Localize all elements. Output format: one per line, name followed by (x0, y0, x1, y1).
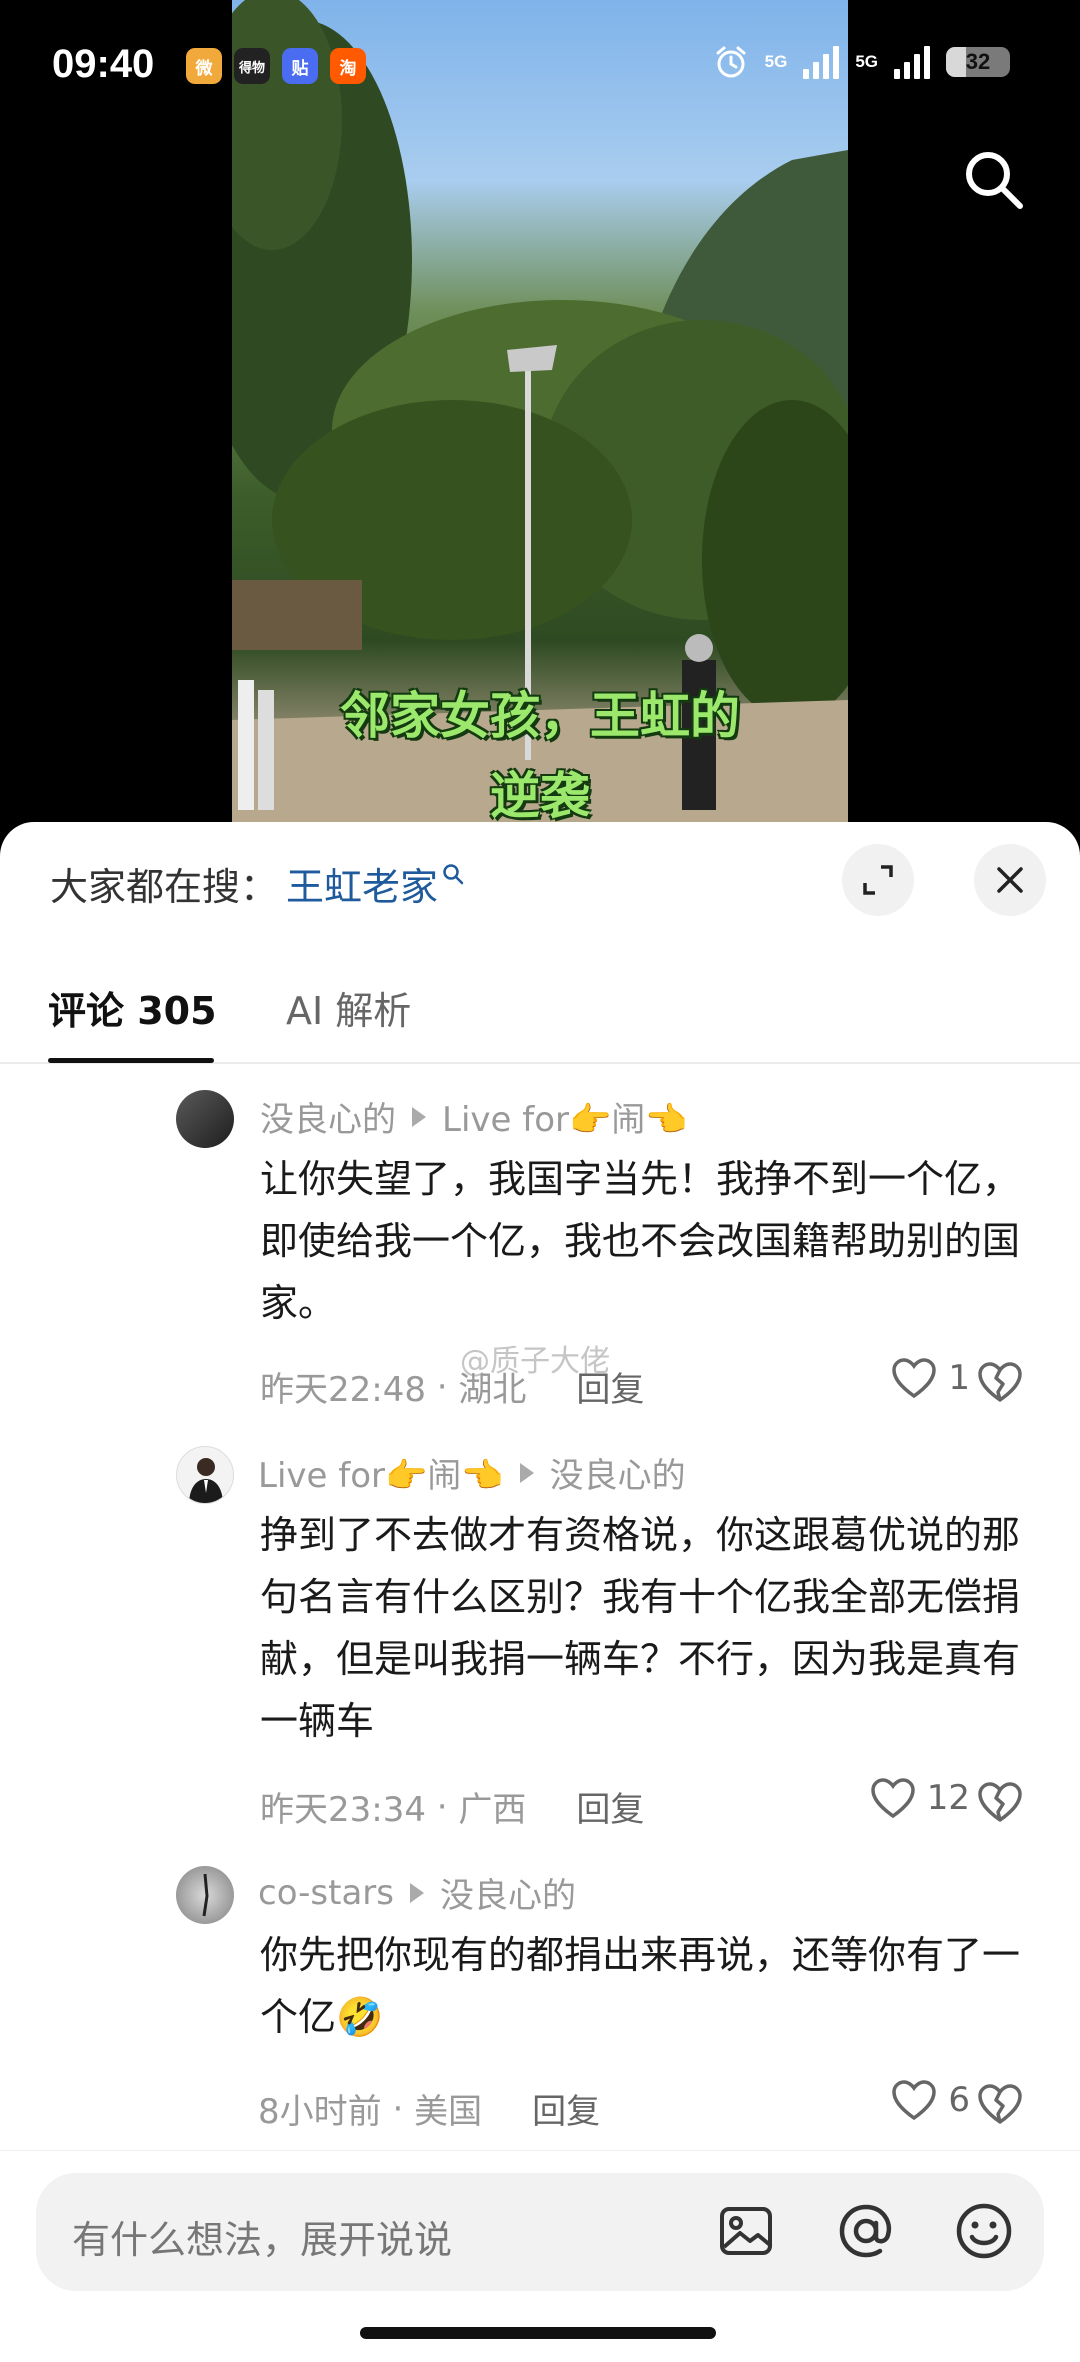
comment-author[interactable]: 没良心的 (260, 1092, 396, 1141)
tab-ai-analysis[interactable]: AI 解析 (286, 980, 411, 1035)
close-icon (997, 867, 1023, 893)
like-button[interactable]: 6 (890, 2078, 970, 2122)
heart-icon (870, 1778, 915, 1819)
comment-sheet: 大家都在搜： 王虹老家 评论 305 AI 解析 没良心的 Live for👉闹… (0, 822, 1080, 2362)
hot-search-label: 大家都在搜： (50, 865, 279, 909)
at-mention-icon[interactable] (834, 2199, 898, 2263)
comment-meta-separator: · (425, 1786, 459, 1827)
comment-location: 广西 (458, 1790, 527, 1830)
broken-heart-icon[interactable] (976, 1780, 1024, 1824)
comment-footer: 8小时前 · 美国 回复 (258, 2084, 600, 2133)
close-button[interactable] (974, 844, 1046, 916)
watermark-text: @质子大佬 (460, 1344, 610, 1379)
notification-app-icons: 微 得物 贴 淘 (186, 48, 366, 84)
comment-text[interactable]: 挣到了不去做才有资格说，你这跟葛优说的那句名言有什么区别？我有十个亿我全部无偿捐… (260, 1504, 1030, 1752)
expand-icon (863, 865, 893, 895)
comment-meta-separator: · (381, 2088, 415, 2129)
network-label-1: 5G (764, 52, 788, 71)
battery-icon: 32 (946, 47, 1010, 77)
signal-icon (803, 45, 840, 79)
comment-text[interactable]: 你先把你现有的都捐出来再说，还等你有了一个亿🤣 (260, 1924, 1030, 2048)
network-label-2: 5G (855, 52, 878, 71)
comment-author-line: 没良心的 Live for👉闹👈 (260, 1092, 688, 1141)
comment-reply-to[interactable]: 没良心的 (440, 1868, 576, 1917)
status-indicators: 5G 5G 32 (713, 44, 1010, 80)
like-button[interactable]: 12 (869, 1776, 970, 1820)
reply-arrow-icon (519, 1462, 534, 1483)
image-icon[interactable] (714, 2199, 778, 2263)
comment-time: 昨天23:34 (260, 1790, 426, 1830)
comment-reply-to[interactable]: Live for👉闹👈 (442, 1092, 688, 1141)
battery-fill (946, 47, 967, 77)
like-count: 1 (948, 1358, 970, 1398)
avatar[interactable] (176, 1446, 234, 1504)
reply-button[interactable]: 回复 (576, 1782, 644, 1831)
reply-button[interactable]: 回复 (532, 2084, 600, 2133)
video-subtitle-line1: 邻家女孩，王虹的 (340, 687, 740, 745)
comment-input-placeholder: 有什么想法，展开说说 (72, 2218, 453, 2262)
alarm-icon (716, 46, 746, 78)
comment-reply-to[interactable]: 没良心的 (550, 1448, 686, 1497)
avatar-figure-icon (202, 1873, 209, 1917)
video-subtitle-line2: 逆袭 (490, 767, 590, 822)
comment-author-line: Live for👉闹👈 没良心的 (258, 1448, 686, 1497)
taobao-icon: 淘 (330, 48, 366, 84)
avatar[interactable] (176, 1090, 234, 1148)
like-count: 12 (926, 1778, 970, 1818)
comment-text[interactable]: 让你失望了，我国字当先！我挣不到一个亿，即使给我一个亿，我也不会改国籍帮助别的国… (260, 1148, 1030, 1334)
expand-button[interactable] (842, 844, 914, 916)
home-indicator[interactable] (360, 2327, 716, 2339)
avatar[interactable] (176, 1866, 234, 1924)
tieba-icon: 贴 (282, 48, 318, 84)
comment-author[interactable]: co-stars (258, 1873, 394, 1913)
dewu-icon: 得物 (234, 48, 270, 84)
heart-icon (892, 1358, 937, 1399)
status-time: 09:40 (52, 42, 155, 86)
comment-input-bar: 有什么想法，展开说说 (0, 2150, 1080, 2362)
like-count: 6 (948, 2080, 970, 2120)
broken-heart-icon[interactable] (976, 1360, 1024, 1404)
heart-icon (892, 2080, 937, 2121)
active-tab-indicator (48, 1058, 214, 1063)
comment-time: 8小时前 (258, 2092, 382, 2132)
tab-comments[interactable]: 评论 305 (48, 980, 217, 1035)
comment-author-line: co-stars 没良心的 (258, 1868, 576, 1917)
comment-meta-separator: · (425, 1366, 459, 1407)
hot-search-bar[interactable]: 大家都在搜： 王虹老家 (50, 856, 464, 911)
avatar-person-icon (189, 1458, 223, 1503)
comment-author[interactable]: Live for👉闹👈 (258, 1448, 504, 1497)
comment-time: 昨天22:48 (260, 1370, 426, 1410)
comment-footer: 昨天23:34 · 广西 回复 (260, 1782, 644, 1831)
broken-heart-icon[interactable] (976, 2082, 1024, 2126)
search-icon[interactable] (960, 146, 1028, 214)
reply-arrow-icon (409, 1882, 424, 1903)
comment-tabs: 评论 305 AI 解析 (0, 970, 1080, 1064)
like-button[interactable]: 1 (890, 1356, 970, 1400)
search-icon (443, 863, 464, 884)
comment-input[interactable]: 有什么想法，展开说说 (36, 2173, 1044, 2291)
emoji-icon[interactable] (952, 2199, 1016, 2263)
reply-arrow-icon (412, 1106, 426, 1127)
comment-location: 美国 (414, 2092, 483, 2132)
status-bar: 09:40 微 得物 贴 淘 5G 5G 32 (0, 0, 1080, 136)
hot-search-keyword[interactable]: 王虹老家 (286, 856, 438, 911)
weibo-icon: 微 (186, 48, 222, 84)
signal-icon-2 (894, 45, 930, 79)
battery-level: 32 (965, 49, 991, 74)
